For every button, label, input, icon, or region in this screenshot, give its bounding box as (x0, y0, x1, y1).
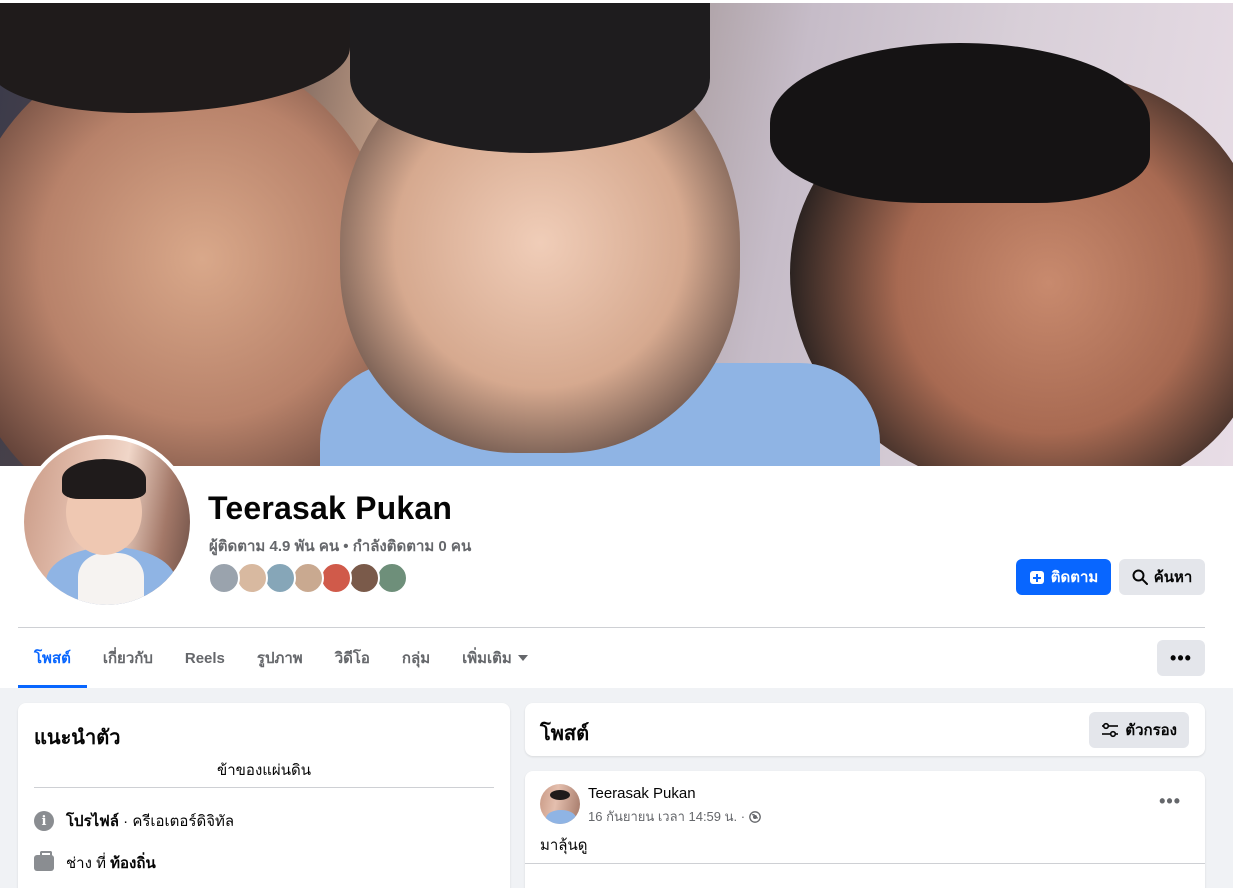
tab-label: กลุ่ม (401, 650, 431, 667)
intro-work-place[interactable]: ท้องถิ่น (110, 855, 156, 872)
cover-photo[interactable] (0, 3, 1233, 466)
search-icon (1132, 569, 1148, 585)
follow-button-label: ติดตาม (1050, 569, 1099, 586)
tab-label: เพิ่มเติม (462, 650, 512, 667)
filter-button-label: ตัวกรอง (1125, 722, 1177, 739)
tab-photos[interactable]: รูปภาพ (241, 628, 319, 688)
follower-avatar[interactable] (236, 562, 268, 594)
tab-posts[interactable]: โพสต์ (18, 628, 87, 688)
tab-label: เกี่ยวกับ (102, 650, 153, 667)
globe-icon (749, 810, 761, 823)
posts-header-card: โพสต์ ตัวกรอง (525, 703, 1205, 756)
intro-work-row: ช่าง ที่ ท้องถิ่น (34, 851, 156, 875)
post-options-button[interactable]: ••• (1159, 791, 1181, 812)
follower-avatar[interactable] (264, 562, 296, 594)
profile-picture[interactable] (20, 435, 194, 609)
posts-title: โพสต์ (540, 723, 590, 745)
intro-title: แนะนำตัว (34, 727, 121, 749)
post-text: มาลุ้นดู (540, 837, 588, 854)
tab-label: Reels (184, 649, 225, 667)
follow-plus-icon (1029, 571, 1044, 584)
avatar-shirt-front (78, 553, 144, 605)
intro-work-text: ช่าง ที่ ท้องถิ่น (66, 851, 156, 875)
tab-more[interactable]: เพิ่มเติม (446, 628, 544, 688)
cover-photo-hair (350, 3, 710, 153)
tab-about[interactable]: เกี่ยวกับ (87, 628, 169, 688)
tab-label: รูปภาพ (256, 650, 303, 667)
follower-avatar[interactable] (376, 562, 408, 594)
avatar-hair (62, 459, 146, 499)
search-button-label: ค้นหา (1153, 569, 1193, 586)
profile-name: Teerasak Pukan (208, 490, 453, 526)
tab-videos[interactable]: วิดีโอ (319, 628, 386, 688)
post-divider (525, 863, 1205, 864)
follower-stats[interactable]: ผู้ติดตาม 4.9 พัน คน • กำลังติดตาม 0 คน (209, 534, 471, 558)
filter-sliders-icon (1102, 722, 1119, 738)
intro-profile-value: · ครีเอเตอร์ดิจิทัล (119, 813, 235, 830)
follower-avatar[interactable] (208, 562, 240, 594)
intro-profile-text: โปรไฟล์ · ครีเอเตอร์ดิจิทัล (66, 809, 234, 833)
post-timestamp[interactable]: 16 กันยายน เวลา 14:59 น. · (588, 806, 745, 827)
post-avatar-hair (550, 790, 570, 800)
post-avatar-shirt (546, 810, 576, 824)
intro-profile-label: โปรไฟล์ (66, 813, 119, 830)
follower-avatar[interactable] (348, 562, 380, 594)
follower-avatar[interactable] (320, 562, 352, 594)
post-author-name[interactable]: Teerasak Pukan (588, 785, 696, 802)
briefcase-icon (34, 851, 54, 871)
profile-picture-image (24, 439, 190, 605)
post-author-avatar[interactable] (540, 784, 580, 824)
tab-label: โพสต์ (34, 650, 71, 667)
follower-avatars[interactable] (208, 562, 408, 594)
tab-reels[interactable]: Reels (169, 628, 241, 688)
intro-profile-row: i โปรไฟล์ · ครีเอเตอร์ดิจิทัล (34, 809, 234, 833)
post-meta: 16 กันยายน เวลา 14:59 น. · (588, 806, 761, 827)
tab-groups[interactable]: กลุ่ม (386, 628, 446, 688)
more-options-button[interactable]: ••• (1157, 640, 1205, 676)
follow-button[interactable]: ติดตาม (1016, 559, 1111, 595)
post-card: Teerasak Pukan 16 กันยายน เวลา 14:59 น. … (525, 771, 1205, 888)
profile-tabs: โพสต์ เกี่ยวกับ Reels รูปภาพ วิดีโอ กลุ่… (18, 628, 544, 688)
filter-button[interactable]: ตัวกรอง (1089, 712, 1189, 748)
caret-down-icon (517, 655, 528, 661)
ellipsis-icon: ••• (1159, 791, 1181, 811)
follower-avatar[interactable] (292, 562, 324, 594)
ellipsis-icon: ••• (1170, 647, 1192, 668)
search-button[interactable]: ค้นหา (1119, 559, 1205, 595)
intro-divider (34, 787, 494, 788)
cover-photo-hair (770, 43, 1150, 203)
intro-card: แนะนำตัว ข้าของแผ่นดิน i โปรไฟล์ · ครีเอ… (18, 703, 510, 888)
tab-label: วิดีโอ (334, 650, 370, 667)
intro-bio: ข้าของแผ่นดิน (217, 762, 311, 779)
intro-work-prefix: ช่าง ที่ (66, 855, 111, 872)
info-icon: i (34, 811, 54, 831)
